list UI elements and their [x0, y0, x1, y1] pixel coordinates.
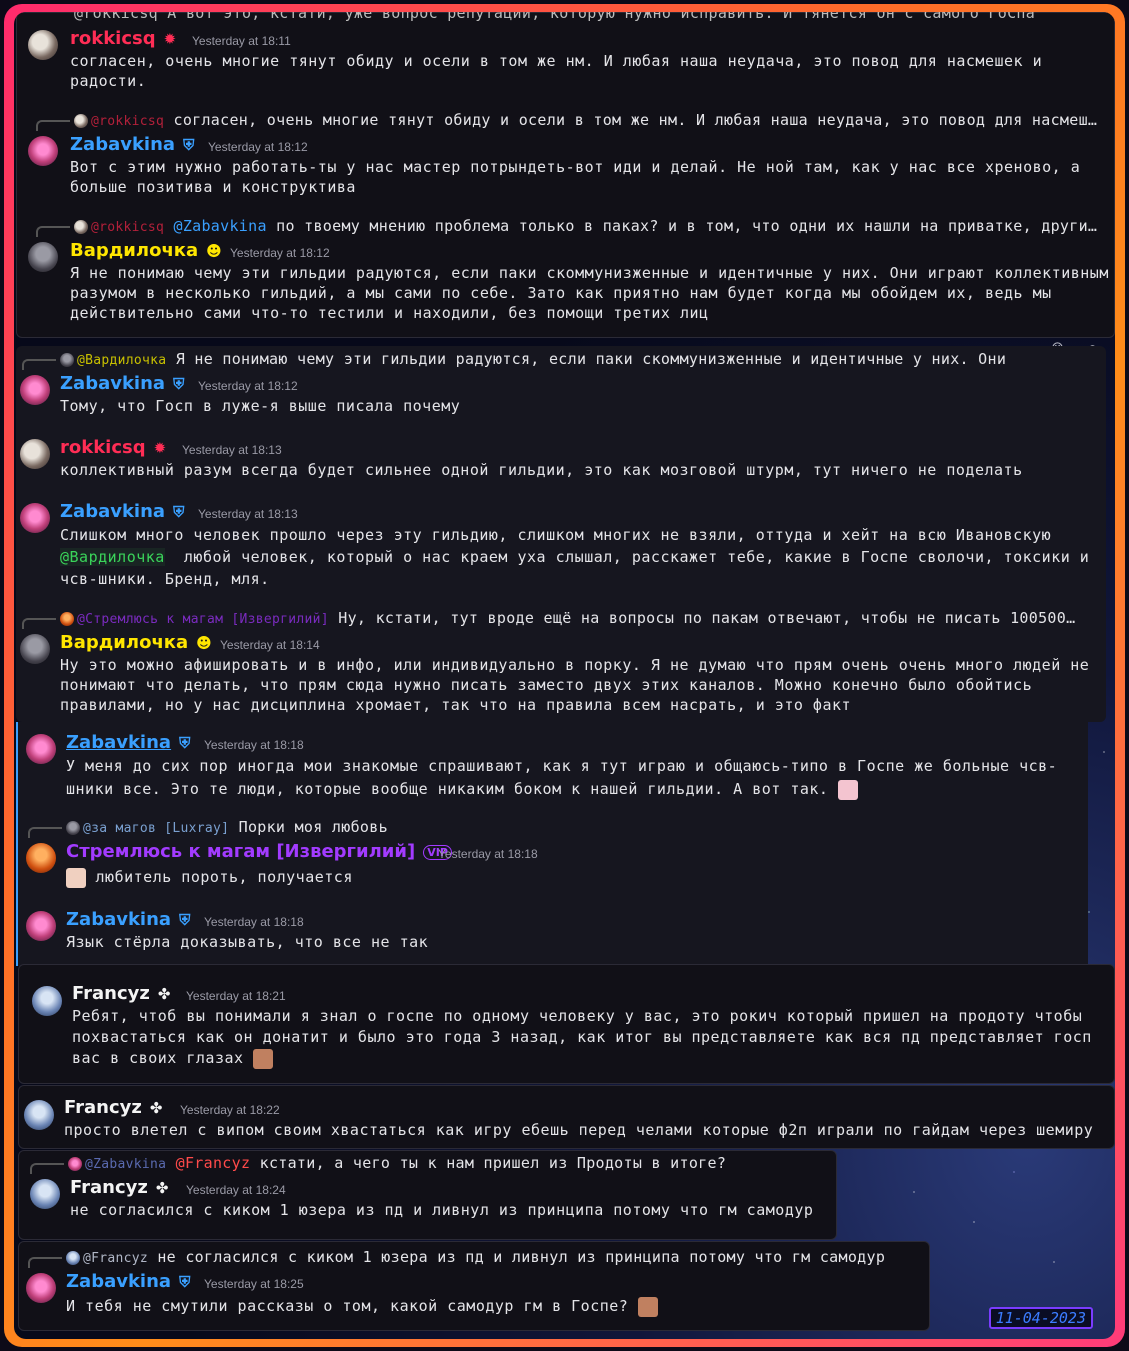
shield-icon: ⛨ [179, 911, 191, 929]
timestamp: Yesterday at 18:13 [198, 507, 298, 521]
username[interactable]: Francyz ✤ [72, 983, 170, 1004]
message-text: Ну это можно афишировать и в инфо, или и… [60, 656, 1099, 714]
reply-preview[interactable]: @Вардилочка Я не понимаю чему эти гильди… [22, 350, 1042, 370]
username[interactable]: rokkicsq ✹ [60, 437, 166, 458]
timestamp: Yesterday at 18:18 [204, 738, 304, 752]
timestamp: Yesterday at 18:14 [220, 638, 320, 652]
avatar[interactable] [28, 136, 58, 166]
avatar[interactable] [20, 439, 50, 469]
mini-avatar [60, 352, 74, 367]
reply-preview[interactable]: @Francyz не согласился с киком 1 юзера и… [28, 1248, 923, 1268]
username[interactable]: Вардилочка ☻ [70, 240, 222, 261]
username[interactable]: Zabavkina ⛨ [66, 732, 190, 753]
reply-preview[interactable]: @за магов [Luxray] Порки моя любовь [28, 818, 1028, 838]
demon-icon: ✹ [163, 30, 177, 48]
timestamp: Yesterday at 18:24 [186, 1183, 286, 1197]
timestamp: Yesterday at 18:12 [208, 140, 308, 154]
username[interactable]: Zabavkina ⛨ [66, 909, 190, 930]
avatar[interactable] [26, 911, 56, 941]
timestamp: Yesterday at 18:13 [182, 443, 282, 457]
demon-icon: ✹ [153, 439, 167, 457]
timestamp: Yesterday at 18:11 [192, 34, 291, 48]
avatar[interactable] [26, 734, 56, 764]
face-emoji [637, 1296, 658, 1317]
message-text: Вот с этим нужно работать-ты у нас масте… [70, 158, 1090, 196]
timestamp: Yesterday at 18:18 [438, 847, 538, 861]
skull-icon: ☻ [196, 634, 212, 652]
shield-icon: ⛨ [173, 503, 185, 521]
cut-off-reply: @rokkicsq А вот это, кстати, уже вопрос … [74, 12, 1036, 22]
timestamp: Yesterday at 18:21 [186, 989, 286, 1003]
mini-avatar [66, 820, 80, 835]
reply-preview[interactable]: @rokkicsq @Zabavkina по твоему мнению пр… [36, 217, 1111, 237]
mini-avatar [66, 1250, 80, 1265]
avatar[interactable] [32, 986, 62, 1016]
mini-avatar [74, 219, 88, 234]
skull-icon: ☻ [206, 242, 222, 260]
clover-icon: ✤ [149, 1099, 163, 1117]
avatar[interactable] [28, 30, 58, 60]
avatar[interactable] [30, 1179, 60, 1209]
avatar[interactable] [20, 375, 50, 405]
message-text: Слишком много человек прошло через эту г… [60, 526, 1099, 588]
message-text: Тому, что Госп в луже-я выше писала поче… [60, 397, 461, 415]
timestamp: Yesterday at 18:22 [180, 1103, 280, 1117]
anime-emoji [66, 867, 86, 888]
username[interactable]: Zabavkina ⛨ [70, 134, 194, 155]
reply-preview[interactable]: @Стремлюсь к магам [Извергилий] Ну, кста… [22, 609, 1107, 629]
message-text: Язык стёрла доказывать, что все не так [66, 933, 429, 951]
message-text: У меня до сих пор иногда мои знакомые сп… [66, 757, 1058, 800]
shield-icon: ⛨ [173, 375, 185, 393]
mini-avatar [74, 113, 88, 128]
shield-icon: ⛨ [179, 734, 191, 752]
message-text: коллективный разум всегда будет сильнее … [60, 461, 1023, 479]
username[interactable]: Вардилочка ☻ [60, 632, 212, 653]
username[interactable]: Zabavkina ⛨ [60, 373, 184, 394]
avatar[interactable] [26, 1273, 56, 1303]
avatar[interactable] [20, 634, 50, 664]
chat-canvas: @rokkicsq А вот это, кстати, уже вопрос … [14, 12, 1115, 1339]
reply-preview[interactable]: @Zabavkina @Francyz кстати, а чего ты к … [30, 1154, 830, 1174]
timestamp: Yesterday at 18:12 [198, 379, 298, 393]
username[interactable]: rokkicsq ✹ [70, 28, 176, 49]
username[interactable]: Стремлюсь к магам [Извергилий] VIP [66, 841, 452, 862]
timestamp: Yesterday at 18:12 [230, 246, 330, 260]
clover-icon: ✤ [157, 985, 171, 1003]
message-text: просто влетел с випом своим хвастаться к… [64, 1121, 1094, 1139]
message-text: Я не понимаю чему эти гильдии радуются, … [70, 264, 1109, 322]
avatar[interactable] [26, 843, 56, 873]
face-emoji [253, 1048, 274, 1069]
username[interactable]: Francyz ✤ [70, 1177, 168, 1198]
clover-icon: ✤ [155, 1179, 169, 1197]
username[interactable]: Francyz ✤ [64, 1097, 162, 1118]
message-text: Ребят, чтоб вы понимали я знал о госпе п… [72, 1007, 1102, 1069]
date-stamp: 11-04-2023 [988, 1307, 1093, 1329]
avatar[interactable] [28, 242, 58, 272]
username[interactable]: Zabavkina ⛨ [66, 1271, 190, 1292]
message-text: И тебя не смутили рассказы о том, какой … [66, 1296, 916, 1317]
username[interactable]: Zabavkina ⛨ [60, 501, 184, 522]
user-mention[interactable]: @Вардилочка [60, 548, 165, 566]
timestamp: Yesterday at 18:25 [204, 1277, 304, 1291]
timestamp: Yesterday at 18:18 [204, 915, 304, 929]
mini-avatar [68, 1156, 82, 1171]
avatar[interactable] [24, 1100, 54, 1130]
avatar[interactable] [20, 503, 50, 533]
gradient-frame: @rokkicsq А вот это, кстати, уже вопрос … [4, 4, 1125, 1347]
anime-emoji [838, 779, 858, 800]
message-text: любитель пороть, получается [66, 867, 1076, 888]
message-text: не согласился с киком 1 юзера из пд и ли… [70, 1201, 814, 1219]
mini-avatar [60, 611, 74, 626]
reply-preview[interactable]: @rokkicsq согласен, очень многие тянут о… [36, 111, 1111, 131]
message-text: согласен, очень многие тянут обиду и осе… [70, 52, 1052, 90]
shield-icon: ⛨ [183, 136, 195, 154]
shield-icon: ⛨ [179, 1273, 191, 1291]
